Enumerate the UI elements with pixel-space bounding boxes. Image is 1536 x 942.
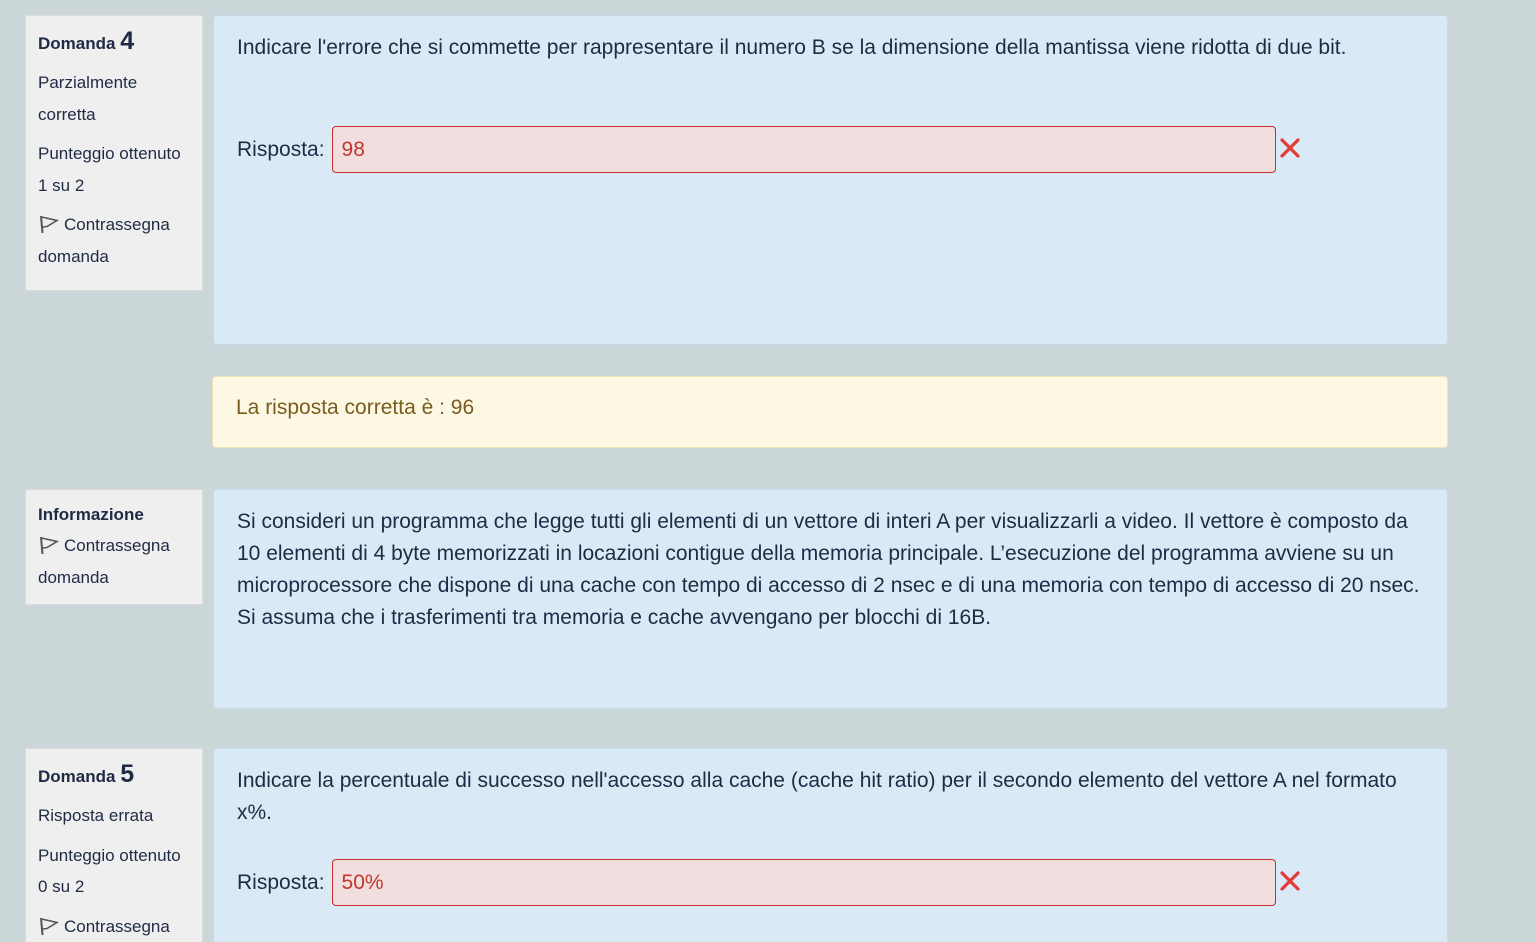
question-4-info: Domanda 4 Parzialmente corretta Punteggi… — [25, 15, 203, 291]
answer-row: Risposta: 98 — [237, 126, 1302, 173]
flag-question-link[interactable]: Contrassegna domanda — [38, 209, 190, 272]
flag-icon — [40, 917, 60, 935]
quiz-review-page: Domanda 4 Parzialmente corretta Punteggi… — [0, 0, 1536, 942]
question-5-info: Domanda 5 Risposta errata Punteggio otte… — [25, 748, 203, 942]
grade-value: 0 su 2 — [38, 877, 85, 896]
question-number: Domanda 5 — [38, 759, 190, 792]
question-state: Risposta errata — [38, 806, 154, 825]
information-label: Informazione — [38, 505, 144, 524]
question-text: Indicare l'errore che si commette per ra… — [237, 36, 1347, 59]
question-text: Indicare la percentuale di successo nell… — [237, 769, 1397, 824]
flag-icon — [40, 215, 60, 234]
answer-label: Risposta: — [237, 870, 325, 894]
grade-label: Punteggio ottenuto — [38, 845, 181, 865]
grade-value: 1 su 2 — [38, 175, 85, 195]
question-5-content: Indicare la percentuale di successo nell… — [213, 748, 1448, 942]
question-number: Domanda 4 — [38, 26, 190, 59]
question-grade: Punteggio ottenuto 0 su 2 — [38, 840, 190, 903]
flag-icon — [40, 536, 60, 555]
flag-question-link[interactable]: Contrassegna — [38, 911, 190, 942]
information-info: Informazione Contrassegna domanda — [25, 489, 203, 605]
question-number-value: 4 — [120, 27, 135, 55]
close-icon — [1279, 870, 1300, 891]
grade-label: Punteggio ottenuto — [38, 144, 181, 163]
flag-question-link[interactable]: Contrassegna domanda — [38, 530, 190, 593]
answer-input[interactable]: 50% — [331, 859, 1276, 906]
flag-label: Contrassegna — [64, 916, 170, 936]
question-label: Domanda — [38, 767, 116, 786]
question-number-value: 5 — [120, 760, 135, 788]
question-grade: Punteggio ottenuto 1 su 2 — [38, 138, 190, 201]
question-state: Parzialmente corretta — [38, 73, 138, 124]
answer-row: Risposta: 50% — [237, 859, 1302, 906]
question-label: Domanda — [38, 34, 116, 53]
correct-answer-feedback: La risposta corretta è : 96 — [212, 376, 1448, 448]
information-content: Si consideri un programma che legge tutt… — [213, 489, 1448, 709]
question-4-content: Indicare l'errore che si commette per ra… — [213, 15, 1448, 345]
answer-input[interactable]: 98 — [331, 126, 1276, 173]
answer-label: Risposta: — [237, 137, 325, 161]
close-icon — [1279, 137, 1300, 158]
information-text: Si consideri un programma che legge tutt… — [237, 510, 1420, 629]
